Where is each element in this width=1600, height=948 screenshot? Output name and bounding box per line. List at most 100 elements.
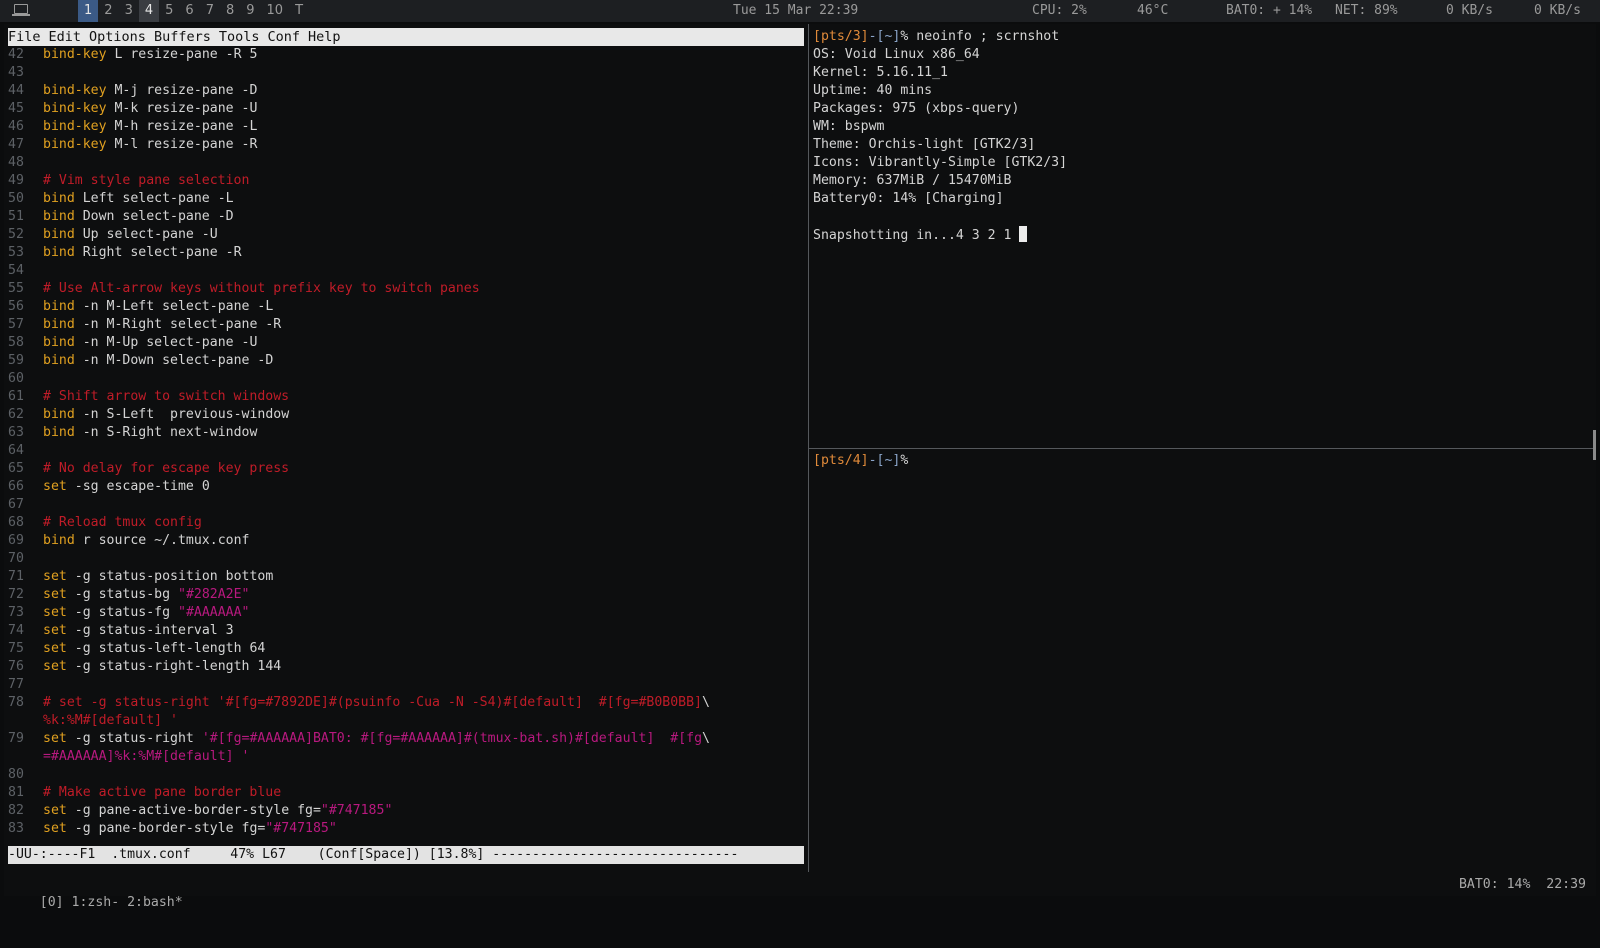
line-number: 46 <box>8 119 24 134</box>
line-number: 53 <box>8 245 24 260</box>
code-line: 58 bind -n M-Up select-pane -U <box>8 334 804 352</box>
terminal-window[interactable]: File Edit Options Buffers Tools Conf Help 42 bi… <box>4 24 1596 910</box>
code-line: 75 set -g status-left-length 64 <box>8 640 804 658</box>
text-cursor <box>1019 226 1028 242</box>
line-number: 66 <box>8 479 24 494</box>
keyword: bind <box>43 191 75 206</box>
workspace-7[interactable]: 7 <box>200 0 220 22</box>
prompt-dir: [~] <box>876 453 901 468</box>
code-line: 76 set -g status-right-length 144 <box>8 658 804 676</box>
output-line: Uptime: 40 mins <box>813 83 933 98</box>
line-number: 42 <box>8 47 24 62</box>
workspace-10[interactable]: 10 <box>261 0 290 22</box>
code-text: Left select-pane -L <box>82 191 234 206</box>
code-line: 59 bind -n M-Down select-pane -D <box>8 352 804 370</box>
network-status: NET: 89% <box>1335 3 1398 18</box>
code-line: 71 set -g status-position bottom <box>8 568 804 586</box>
download-rate: 0 KB/s <box>1446 3 1493 18</box>
shell-pane-top[interactable]: [pts/3]-[~]% neoinfo ; scrnshot OS: Void … <box>813 28 1593 444</box>
code-line: 73 set -g status-fg "#AAAAAA" <box>8 604 804 622</box>
emacs-pane[interactable]: File Edit Options Buffers Tools Conf Help 42 bi… <box>8 28 804 864</box>
code-line: 70 <box>8 550 804 568</box>
code-text: -n M-Left select-pane -L <box>82 299 274 314</box>
comment: # Make active pane border blue <box>43 785 282 800</box>
menu-options[interactable]: Options <box>85 28 150 46</box>
workspace-5[interactable]: 5 <box>159 0 179 22</box>
code-line: 46 bind-key M-h resize-pane -L <box>8 118 804 136</box>
keyword: bind <box>43 407 75 422</box>
code-text: \ <box>702 731 710 746</box>
code-line: 80 <box>8 766 804 784</box>
line-number: 49 <box>8 173 24 188</box>
line-number: 75 <box>8 641 24 656</box>
string-literal: "#AAAAAA" <box>178 605 250 620</box>
menu-help[interactable]: Help <box>304 28 345 46</box>
keyword: bind <box>43 209 75 224</box>
code-line: 69 bind r source ~/.tmux.conf <box>8 532 804 550</box>
comment: # Vim style pane selection <box>43 173 250 188</box>
tmux-status-right: BAT0: 14% 22:39 <box>1458 877 1586 892</box>
code-line: 77 <box>8 676 804 694</box>
upload-rate: 0 KB/s <box>1534 3 1581 18</box>
code-text: -g status-fg <box>74 605 178 620</box>
workspace-8[interactable]: 8 <box>220 0 240 22</box>
code-line: =#AAAAAA]%k:%M#[default] ' <box>8 748 804 766</box>
code-buffer[interactable]: 42 bind-key L resize-pane -R 5 43 44 bind-ke… <box>8 46 804 846</box>
keyword: set <box>43 587 67 602</box>
pane-divider-horizontal[interactable] <box>809 448 1596 449</box>
line-number: 63 <box>8 425 24 440</box>
code-text: M-h resize-pane -L <box>114 119 258 134</box>
workspace-T[interactable]: T <box>289 0 309 22</box>
string-literal: "#747185" <box>265 821 337 836</box>
keyword: bind-key <box>43 137 107 152</box>
code-line: 55 # Use Alt-arrow keys without prefix ke… <box>8 280 804 298</box>
code-line: 83 set -g pane-border-style fg="#747185" <box>8 820 804 838</box>
tmux-window-list[interactable]: [0] 1:zsh- 2:bash* <box>40 895 183 910</box>
prompt-separator: - <box>868 29 877 44</box>
code-text: \ <box>701 695 710 710</box>
prompt-separator: - <box>868 453 877 468</box>
cpu-usage: CPU: 2% <box>1032 3 1087 18</box>
workspace-1[interactable]: 1 <box>78 0 99 22</box>
code-line: 44 bind-key M-j resize-pane -D <box>8 82 804 100</box>
shell-pane-bottom[interactable]: [pts/4]-[~]% <box>813 452 1593 868</box>
code-text: -g pane-active-border-style fg= <box>74 803 321 818</box>
keyword: bind <box>43 245 75 260</box>
line-number: 68 <box>8 515 24 530</box>
string-literal: =#AAAAAA]%k:%M#[default] ' <box>43 749 250 764</box>
code-text: M-k resize-pane -U <box>114 101 258 116</box>
menu-buffers[interactable]: Buffers <box>150 28 215 46</box>
line-number: 67 <box>8 497 24 512</box>
workspace-9[interactable]: 9 <box>240 0 260 22</box>
workspace-6[interactable]: 6 <box>179 0 199 22</box>
prompt-symbol: % <box>900 29 917 44</box>
keyword: set <box>43 605 67 620</box>
line-number: 48 <box>8 155 24 170</box>
workspace-3[interactable]: 3 <box>119 0 139 22</box>
code-line: 62 bind -n S-Left previous-window <box>8 406 804 424</box>
line-number: 65 <box>8 461 24 476</box>
line-number: 73 <box>8 605 24 620</box>
workspace-2[interactable]: 2 <box>98 0 118 22</box>
menu-tools[interactable]: Tools <box>215 28 264 46</box>
code-line: 53 bind Right select-pane -R <box>8 244 804 262</box>
top-panel: 1 2 3 4 5 6 7 8 9 10 T Tue 15 Mar 22:39 CPU: 2% 46… <box>0 0 1600 22</box>
line-number: 57 <box>8 317 24 332</box>
scrollbar[interactable] <box>1593 430 1596 460</box>
tmux-status-bar: [0] 1:zsh- 2:bash* BAT0: 14% 22:39 <box>8 876 1592 910</box>
menu-conf[interactable]: Conf <box>263 28 304 46</box>
output-line: Kernel: 5.16.11_1 <box>813 65 948 80</box>
menu-edit[interactable]: Edit <box>45 28 86 46</box>
line-number: 77 <box>8 677 24 692</box>
code-line: 60 <box>8 370 804 388</box>
line-number: 60 <box>8 371 24 386</box>
snapshot-text: Snapshotting in...4 3 2 1 <box>813 228 1020 243</box>
line-number: 55 <box>8 281 24 296</box>
menu-file[interactable]: File <box>8 28 45 46</box>
code-text: Down select-pane -D <box>82 209 234 224</box>
workspace-4[interactable]: 4 <box>138 0 160 22</box>
keyword: set <box>43 803 67 818</box>
line-number: 52 <box>8 227 24 242</box>
code-text: L resize-pane -R 5 <box>114 47 258 62</box>
